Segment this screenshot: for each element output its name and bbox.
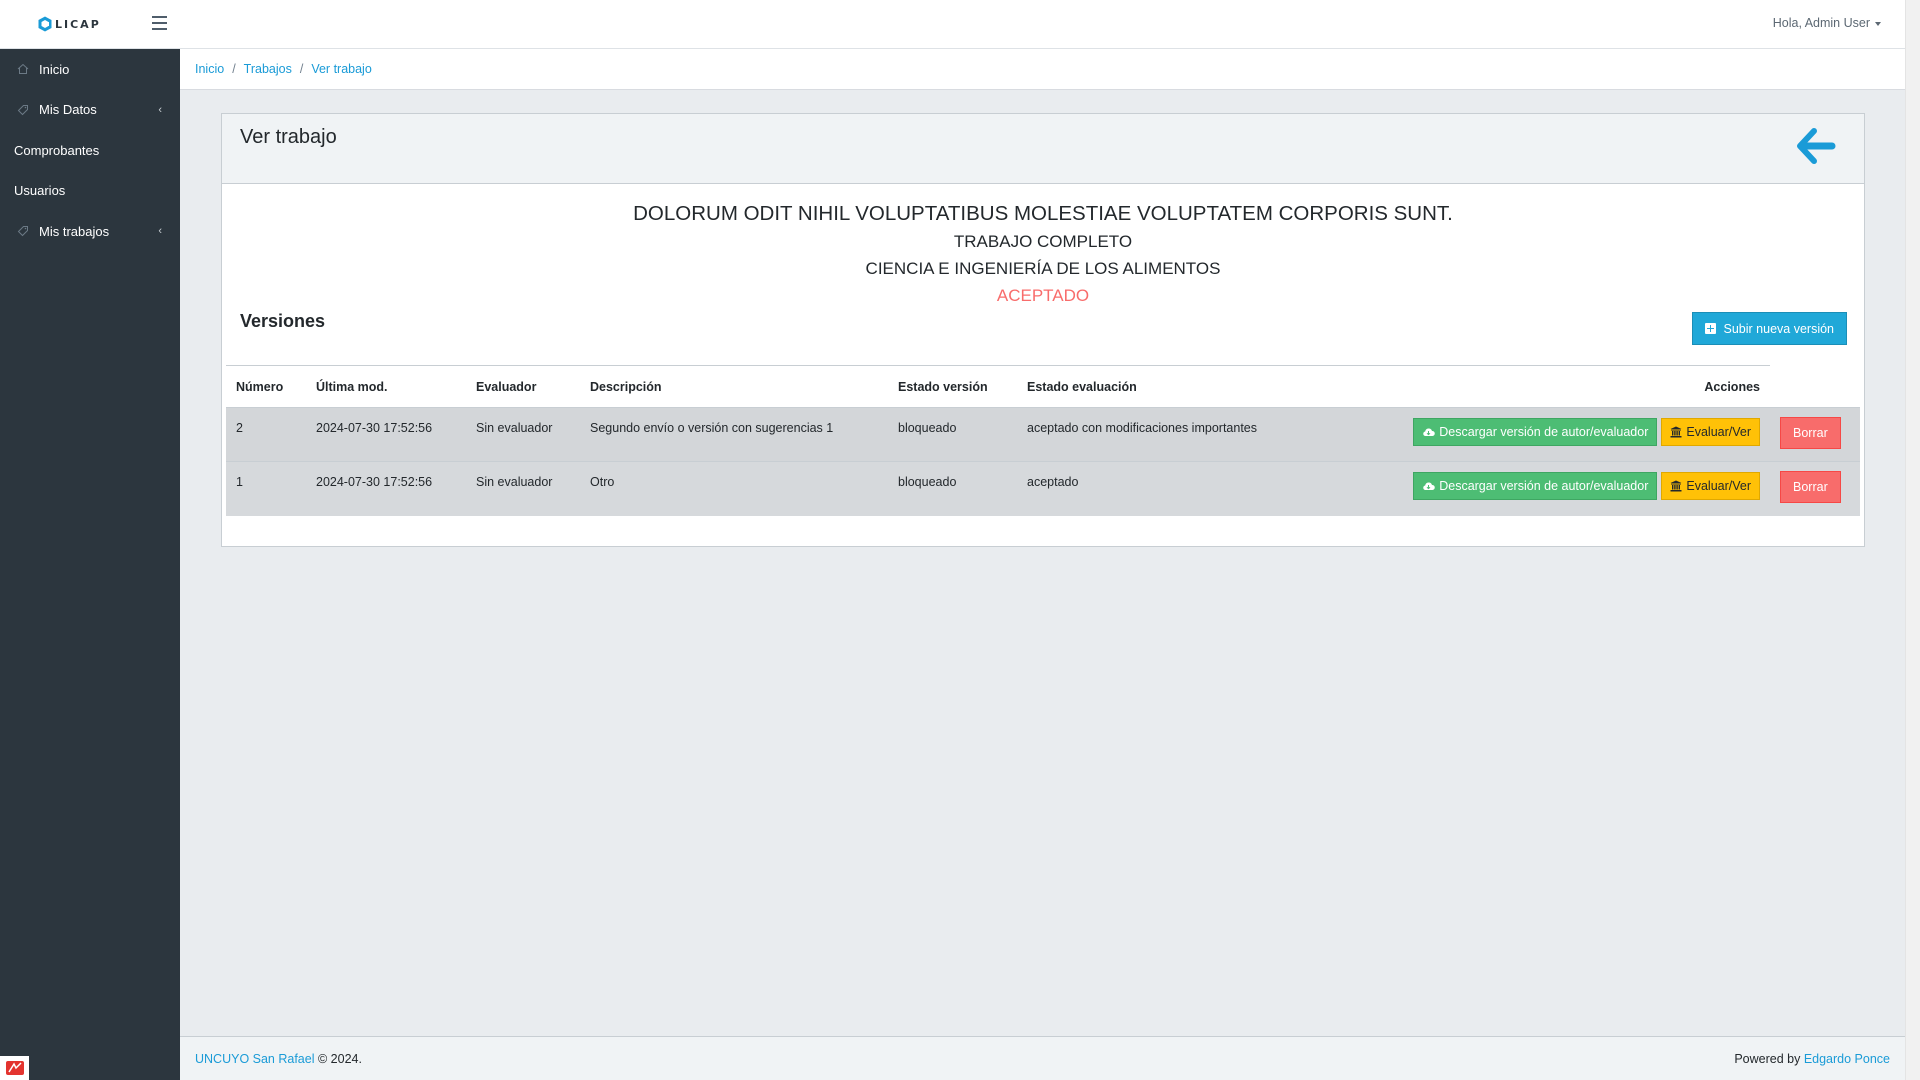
cell-acciones: Descargar versión de autor/evaluador Eva…: [1277, 461, 1770, 516]
breadcrumb-ver-trabajo[interactable]: Ver trabajo: [311, 62, 371, 76]
upload-new-version-button[interactable]: Subir nueva versión: [1691, 312, 1847, 345]
work-area: CIENCIA E INGENIERÍA DE LOS ALIMENTOS: [865, 259, 1221, 278]
chevron-left-icon: ‹: [158, 225, 162, 238]
col-ultima-mod: Última mod.: [306, 365, 466, 408]
col-estado-version: Estado versión: [888, 365, 1017, 408]
sidebar-item-label: Mis trabajos: [39, 223, 110, 239]
menu-toggle-icon[interactable]: [152, 16, 167, 30]
table-row: 1 2024-07-30 17:52:56 Sin evaluador Otro…: [226, 461, 1860, 516]
cell-numero: 1: [226, 461, 306, 516]
delete-button[interactable]: Borrar: [1780, 417, 1841, 449]
footer-left: UNCUYO San Rafael © 2024.: [195, 1052, 362, 1066]
sidebar-item-label: Comprobantes: [14, 142, 100, 158]
user-greeting: Hola, Admin User: [1772, 16, 1870, 30]
sidebar-item-usuarios[interactable]: Usuarios: [0, 171, 180, 212]
vertical-scrollbar[interactable]: [1905, 0, 1920, 1080]
breadcrumb-separator: /: [232, 62, 236, 76]
plus-square-icon: [1704, 323, 1716, 334]
col-descripcion: Descripción: [580, 365, 888, 408]
work-title: DOLORUM ODIT NIHIL VOLUPTATIBUS MOLESTIA…: [633, 202, 1453, 225]
page-title: Ver trabajo: [240, 126, 337, 148]
col-numero: Número: [226, 365, 306, 408]
download-version-label: Descargar versión de autor/evaluador: [1439, 479, 1649, 493]
breadcrumb: Inicio / Trabajos / Ver trabajo: [180, 49, 1905, 90]
sidebar-item-label: Usuarios: [14, 183, 66, 199]
table-row: 2 2024-07-30 17:52:56 Sin evaluador Segu…: [226, 407, 1860, 462]
breadcrumb-separator: /: [299, 62, 304, 76]
footer-powered-by: Powered by: [1734, 1051, 1804, 1066]
evaluate-label: Evaluar/Ver: [1686, 479, 1751, 493]
tag-icon: [14, 103, 32, 117]
download-version-label: Descargar versión de autor/evaluador: [1439, 425, 1649, 439]
cell-numero: 2: [226, 407, 306, 462]
cell-borrar: Borrar: [1770, 407, 1860, 462]
sidebar-item-label: Mis Datos: [39, 102, 97, 118]
col-empty: [1770, 366, 1860, 408]
col-evaluador: Evaluador: [466, 365, 580, 408]
work-summary: DOLORUM ODIT NIHIL VOLUPTATIBUS MOLESTIA…: [222, 184, 1864, 309]
evaluate-button[interactable]: Evaluar/Ver: [1661, 472, 1760, 500]
work-card: Ver trabajo DOLORUM ODIT NIHIL VOLUPTATI…: [221, 113, 1865, 547]
cell-evaluador: Sin evaluador: [466, 461, 580, 516]
tag-icon: [14, 224, 32, 238]
sidebar-item-label: Inicio: [39, 61, 70, 77]
home-icon: [14, 62, 32, 76]
col-acciones: Acciones: [1277, 365, 1770, 408]
footer: UNCUYO San Rafael © 2024. Powered by Edg…: [180, 1036, 1905, 1080]
cell-ultima-mod: 2024-07-30 17:52:56: [306, 461, 466, 516]
cell-descripcion: Segundo envío o versión con sugerencias …: [580, 407, 888, 462]
versions-table: Número Última mod. Evaluador Descripción…: [226, 365, 1860, 516]
work-type: TRABAJO COMPLETO: [953, 232, 1133, 251]
footer-right: Powered by Edgardo Ponce: [1734, 1052, 1890, 1066]
card-header: Ver trabajo: [222, 114, 1864, 184]
cloud-download-icon: [1423, 428, 1435, 436]
caret-down-icon: [1875, 21, 1881, 26]
upload-new-version-label: Subir nueva versión: [1723, 321, 1834, 336]
cell-acciones: Descargar versión de autor/evaluador Eva…: [1277, 407, 1770, 462]
cell-estado-evaluacion: aceptado: [1017, 461, 1277, 516]
evaluate-label: Evaluar/Ver: [1686, 425, 1751, 439]
delete-button[interactable]: Borrar: [1780, 471, 1841, 503]
cell-estado-version: bloqueado: [888, 461, 1017, 516]
cell-estado-evaluacion: aceptado con modificaciones importantes: [1017, 407, 1277, 462]
back-arrow-icon[interactable]: [1796, 128, 1836, 164]
cell-borrar: Borrar: [1770, 461, 1860, 516]
cell-descripcion: Otro: [580, 461, 888, 516]
sidebar: LICAP Inicio Mis Datos ‹ Comprobantes Us…: [0, 0, 180, 1080]
top-header: Hola, Admin User: [152, 0, 1905, 49]
sidebar-item-comprobantes[interactable]: Comprobantes: [0, 130, 180, 171]
download-version-button[interactable]: Descargar versión de autor/evaluador: [1413, 418, 1658, 446]
cloud-download-icon: [1423, 482, 1435, 490]
institution-icon: [1670, 426, 1682, 438]
footer-author-link[interactable]: Edgardo Ponce: [1804, 1052, 1890, 1066]
cell-evaluador: Sin evaluador: [466, 407, 580, 462]
footer-copyright: © 2024.: [317, 1051, 362, 1066]
breadcrumb-trabajos[interactable]: Trabajos: [244, 62, 292, 76]
chevron-left-icon: ‹: [158, 103, 162, 116]
download-version-button[interactable]: Descargar versión de autor/evaluador: [1413, 472, 1658, 500]
sidebar-item-mis-datos[interactable]: Mis Datos ‹: [0, 90, 180, 131]
logo-hexagon-icon: [38, 16, 52, 32]
user-dropdown[interactable]: Hola, Admin User: [1773, 16, 1881, 30]
footer-org-link[interactable]: UNCUYO San Rafael: [195, 1052, 315, 1066]
col-estado-evaluacion: Estado evaluación: [1017, 365, 1277, 408]
cell-estado-version: bloqueado: [888, 407, 1017, 462]
evaluate-button[interactable]: Evaluar/Ver: [1661, 418, 1760, 446]
institution-icon: [1670, 480, 1682, 492]
work-status: ACEPTADO: [996, 286, 1090, 305]
versions-heading: Versiones: [240, 311, 326, 331]
sidebar-nav: Inicio Mis Datos ‹ Comprobantes Usuarios…: [0, 49, 180, 252]
cell-ultima-mod: 2024-07-30 17:52:56: [306, 407, 466, 462]
sidebar-item-mis-trabajos[interactable]: Mis trabajos ‹: [0, 211, 180, 252]
table-header-row: Número Última mod. Evaluador Descripción…: [226, 365, 1860, 408]
debug-toolbar-icon[interactable]: [0, 1056, 29, 1080]
sidebar-item-inicio[interactable]: Inicio: [0, 49, 180, 90]
breadcrumb-inicio[interactable]: Inicio: [195, 62, 224, 76]
brand-name: LICAP: [55, 17, 101, 31]
